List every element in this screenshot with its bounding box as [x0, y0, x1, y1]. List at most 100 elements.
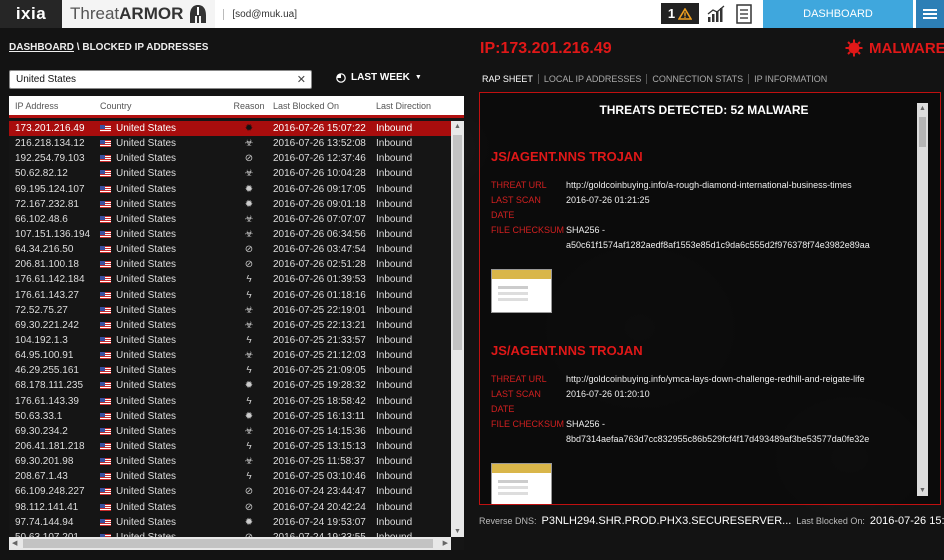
file-checksum-label: FILE CHECKSUM: [491, 225, 565, 235]
blocked-icon: ⊘: [244, 259, 254, 271]
header-last-direction[interactable]: Last Direction: [376, 101, 451, 111]
scroll-thumb[interactable]: [919, 117, 926, 147]
table-row[interactable]: 69.30.221.242 United States ☣ 2016-07-25 22…: [9, 318, 451, 333]
table-row[interactable]: 192.254.79.103 United States ⊘ 2016-07-26 1…: [9, 151, 451, 166]
last-direction: Inbound: [376, 259, 413, 271]
last-blocked-on: 2016-07-25 03:10:46: [273, 471, 366, 483]
tab-rap-sheet[interactable]: RAP SHEET: [482, 74, 538, 84]
us-flag-icon: [100, 367, 111, 375]
table-row[interactable]: 97.74.144.94 United States ✹ 2016-07-24 19:…: [9, 515, 451, 530]
reverse-dns-line: Reverse DNS: P3NLH294.SHR.PROD.PHX3.SECU…: [479, 515, 944, 527]
page-thumbnail[interactable]: [491, 463, 552, 504]
table-row[interactable]: 107.151.136.194 United States ☣ 2016-07-26 …: [9, 227, 451, 242]
table-row[interactable]: 206.41.181.218 United States ϟ 2016-07-25 1…: [9, 439, 451, 454]
biohazard-icon: ☣: [244, 229, 254, 241]
header-last-blocked[interactable]: Last Blocked On: [273, 101, 376, 111]
page-thumbnail[interactable]: [491, 269, 552, 313]
table-header: IP Address Country Reason Last Blocked O…: [9, 96, 464, 118]
reason-cell: ϟ: [225, 471, 273, 482]
header-ip-address[interactable]: IP Address: [9, 101, 100, 111]
table-row[interactable]: 104.192.1.3 United States ϟ 2016-07-25 21:3…: [9, 333, 451, 348]
country-cell: United States: [100, 441, 225, 452]
table-row[interactable]: 68.178.111.235 United States ✹ 2016-07-25 1…: [9, 378, 451, 393]
ip-address: 216.218.134.12: [15, 138, 85, 150]
table-row[interactable]: 64.95.100.91 United States ☣ 2016-07-25 21:…: [9, 348, 451, 363]
table-row[interactable]: 69.30.234.2 United States ☣ 2016-07-25 14:1…: [9, 424, 451, 439]
table-row[interactable]: 72.167.232.81 United States ✹ 2016-07-26 09…: [9, 197, 451, 212]
last-blocked-on: 2016-07-25 14:15:36: [273, 425, 366, 437]
tab-connection-stats[interactable]: CONNECTION STATS: [646, 74, 748, 84]
last-blocked-on: 2016-07-26 09:17:05: [273, 183, 366, 195]
threat-name: JS/AGENT.NNS TROJAN: [491, 343, 643, 358]
tab-local-ip-addresses[interactable]: LOCAL IP ADDRESSES: [537, 74, 647, 84]
last-blocked-on: 2016-07-25 22:19:01: [273, 304, 366, 316]
scroll-down-icon[interactable]: ▼: [454, 528, 461, 535]
us-flag-icon: [100, 321, 111, 329]
table-row[interactable]: 173.201.216.49 United States ✹ 2016-07-26 1…: [9, 121, 451, 137]
reason-cell: ϟ: [225, 274, 273, 285]
ixia-logo: ixia: [0, 0, 62, 28]
checksum-value: a50c61f1574af1282aedf8af1553e85d1c9da6c5…: [566, 240, 870, 250]
table-row[interactable]: 206.81.100.18 United States ⊘ 2016-07-26 02…: [9, 257, 451, 272]
scroll-up-icon[interactable]: ▲: [454, 123, 461, 130]
header-reason[interactable]: Reason: [225, 101, 273, 111]
period-selector[interactable]: LAST WEEK ▼: [336, 72, 422, 83]
last-scan-date-label: LAST SCAN DATE: [491, 389, 541, 414]
table-row[interactable]: 208.67.1.43 United States ϟ 2016-07-25 03:1…: [9, 469, 451, 484]
last-direction: Inbound: [376, 365, 413, 377]
dashboard-button[interactable]: DASHBOARD: [763, 0, 913, 28]
last-blocked-on: 2016-07-25 11:58:37: [273, 456, 366, 468]
last-direction: Inbound: [376, 289, 413, 301]
hamburger-icon: [923, 9, 937, 19]
scroll-left-icon[interactable]: ◀: [12, 539, 17, 547]
alert-counter[interactable]: 1: [661, 3, 699, 24]
threat-url[interactable]: http://goldcoinbuying.info/ymca-lays-dow…: [566, 372, 911, 387]
table-row[interactable]: 176.61.143.39 United States ϟ 2016-07-25 18…: [9, 394, 451, 409]
user-account[interactable]: [sod@muk.ua]: [223, 8, 297, 20]
table-vertical-scrollbar[interactable]: ▲ ▼: [451, 121, 464, 537]
scroll-up-icon[interactable]: ▲: [919, 105, 926, 112]
last-blocked-on: 2016-07-25 21:09:05: [273, 365, 366, 377]
table-row[interactable]: 216.218.134.12 United States ☣ 2016-07-26 1…: [9, 136, 451, 151]
table-row[interactable]: 66.109.248.227 United States ⊘ 2016-07-24 2…: [9, 484, 451, 499]
table-row[interactable]: 69.30.201.98 United States ☣ 2016-07-25 11:…: [9, 454, 451, 469]
country-cell: United States: [100, 335, 225, 346]
table-row[interactable]: 98.112.141.41 United States ⊘ 2016-07-24 20…: [9, 500, 451, 515]
country-name: United States: [116, 456, 177, 468]
report-icon[interactable]: [734, 4, 754, 24]
breadcrumb-dashboard-link[interactable]: DASHBOARD: [9, 42, 74, 53]
menu-button[interactable]: [916, 0, 944, 28]
scroll-thumb[interactable]: [23, 539, 433, 548]
table-row[interactable]: 176.61.142.184 United States ϟ 2016-07-26 0…: [9, 272, 451, 287]
table-row[interactable]: 69.195.124.107 United States ✹ 2016-07-26 0…: [9, 182, 451, 197]
table-row[interactable]: 50.62.82.12 United States ☣ 2016-07-26 10:0…: [9, 166, 451, 181]
country-name: United States: [116, 395, 177, 407]
header-country[interactable]: Country: [100, 101, 225, 111]
scroll-down-icon[interactable]: ▼: [919, 487, 926, 494]
ip-address: 192.254.79.103: [15, 153, 85, 165]
country-name: United States: [116, 425, 177, 437]
table-horizontal-scrollbar[interactable]: ◀ ▶: [9, 537, 451, 550]
ip-address: 176.61.143.27: [15, 289, 79, 301]
table-row[interactable]: 50.63.33.1 United States ✹ 2016-07-25 16:13…: [9, 409, 451, 424]
bolt-icon: ϟ: [246, 441, 252, 453]
checksum-value: 8bd7314aefaa763d7cc832955c86b529fcf4f17d…: [566, 434, 870, 444]
last-blocked-on: 2016-07-24 23:44:47: [273, 486, 366, 498]
table-row[interactable]: 176.61.143.27 United States ϟ 2016-07-26 01…: [9, 288, 451, 303]
tab-ip-information[interactable]: IP INFORMATION: [748, 74, 832, 84]
scroll-thumb[interactable]: [453, 135, 462, 350]
table-row[interactable]: 46.29.255.161 United States ϟ 2016-07-25 21…: [9, 363, 451, 378]
last-blocked-on: 2016-07-25 21:33:57: [273, 335, 366, 347]
clear-icon[interactable]: ✕: [297, 73, 306, 86]
scroll-right-icon[interactable]: ▶: [443, 539, 448, 547]
statistics-icon[interactable]: [706, 4, 726, 24]
report-scrollbar[interactable]: ▲ ▼: [917, 103, 928, 496]
last-scan-date: 2016-07-26 01:20:10: [566, 389, 650, 399]
table-row[interactable]: 64.34.216.50 United States ⊘ 2016-07-26 03:…: [9, 242, 451, 257]
last-direction: Inbound: [376, 410, 413, 422]
threat-url[interactable]: http://goldcoinbuying.info/a-rough-diamo…: [566, 178, 911, 193]
table-row[interactable]: 72.52.75.27 United States ☣ 2016-07-25 22:1…: [9, 303, 451, 318]
country-filter-input[interactable]: United States ✕: [9, 70, 312, 89]
table-row[interactable]: 66.102.48.6 United States ☣ 2016-07-26 07:0…: [9, 212, 451, 227]
us-flag-icon: [100, 306, 111, 314]
